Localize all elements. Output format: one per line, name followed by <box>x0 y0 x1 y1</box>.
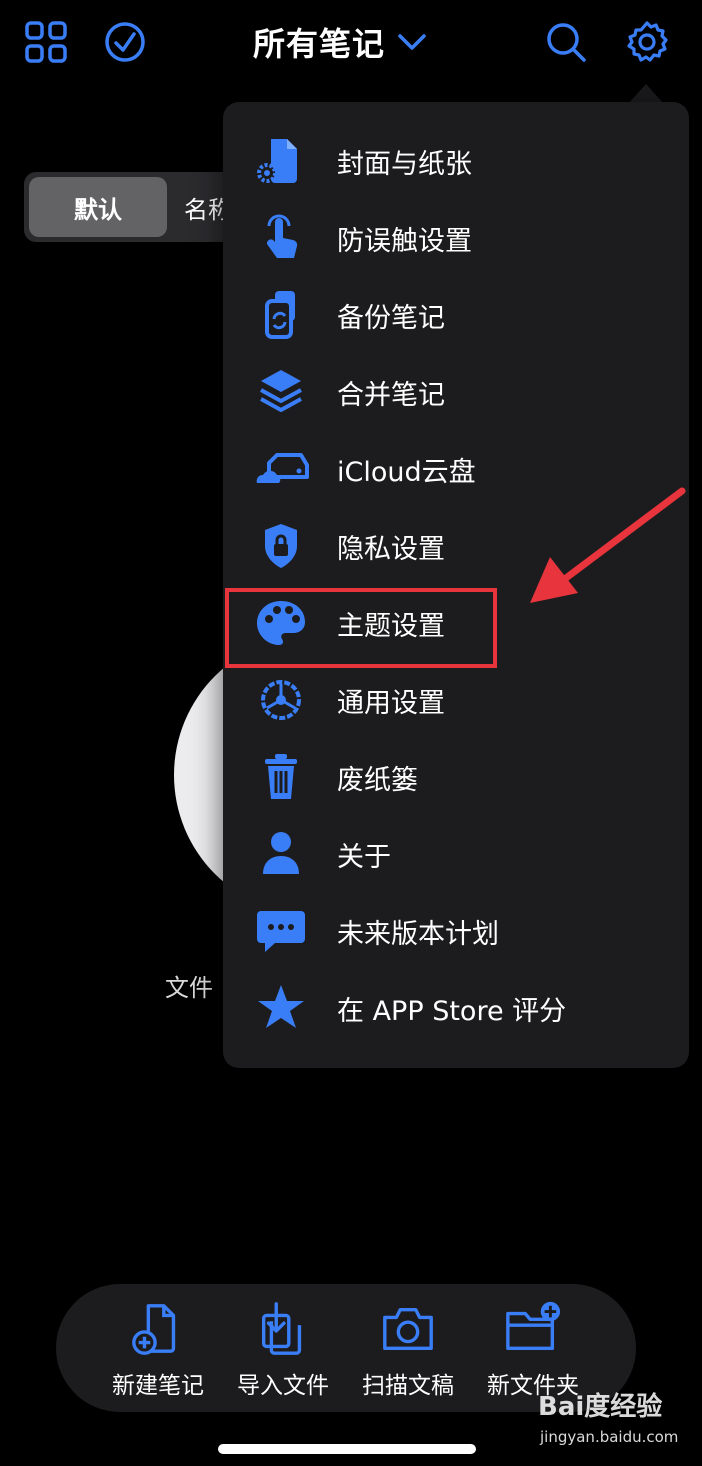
icloud-drive-icon <box>245 439 317 499</box>
empty-state-text: 文件 <box>165 974 213 1002</box>
menu-item-backup[interactable]: 备份笔记 <box>223 280 689 350</box>
grid-icon[interactable] <box>24 20 68 64</box>
highlight-annotation-box <box>225 588 497 668</box>
home-indicator[interactable] <box>218 1444 476 1454</box>
menu-item-label: 合并笔记 <box>337 379 445 411</box>
watermark-brand: Bai度经验 <box>538 1392 663 1422</box>
menu-item-label: 废纸篓 <box>337 764 418 796</box>
tool-label: 扫描文稿 <box>362 1373 454 1399</box>
search-icon[interactable] <box>544 20 588 64</box>
menu-item-general[interactable]: 通用设置 <box>223 665 689 735</box>
menu-caret <box>628 84 664 104</box>
tool-label: 导入文件 <box>237 1373 329 1399</box>
new-note-icon <box>132 1304 176 1355</box>
watermark-url: jingyan.baidu.com <box>540 1428 679 1446</box>
title-dropdown[interactable]: 所有笔记 <box>230 18 450 66</box>
menu-item-label: 备份笔记 <box>337 302 445 334</box>
segment-default[interactable]: 默认 <box>29 177 167 237</box>
chevron-down-icon <box>398 34 426 50</box>
layers-icon <box>245 362 317 422</box>
camera-icon <box>383 1307 433 1351</box>
import-file-button[interactable]: 导入文件 <box>223 1300 343 1400</box>
new-folder-icon <box>506 1301 561 1351</box>
page-gear-icon <box>245 131 317 191</box>
menu-item-label: 隐私设置 <box>337 533 445 565</box>
star-icon <box>245 978 317 1038</box>
new-note-button[interactable]: 新建笔记 <box>98 1300 218 1400</box>
trash-icon <box>245 747 317 807</box>
menu-item-label: 防误触设置 <box>337 225 472 257</box>
menu-item-rate-app[interactable]: 在 APP Store 评分 <box>223 973 689 1043</box>
menu-item-merge[interactable]: 合并笔记 <box>223 357 689 427</box>
menu-item-roadmap[interactable]: 未来版本计划 <box>223 896 689 966</box>
menu-item-label: iCloud云盘 <box>337 456 476 488</box>
menu-item-label: 通用设置 <box>337 687 445 719</box>
scan-document-button[interactable]: 扫描文稿 <box>348 1300 468 1400</box>
hand-tap-icon <box>245 208 317 268</box>
person-icon <box>245 824 317 884</box>
baidu-watermark: Bai度经验 jingyan.baidu.com <box>538 1384 698 1454</box>
menu-item-label: 在 APP Store 评分 <box>337 995 567 1027</box>
chat-bubble-icon <box>245 901 317 961</box>
menu-item-label: 未来版本计划 <box>337 918 499 950</box>
page-title: 所有笔记 <box>252 25 385 63</box>
import-icon <box>261 1302 302 1355</box>
menu-item-cover-paper[interactable]: 封面与纸张 <box>223 126 689 196</box>
menu-item-touch-protection[interactable]: 防误触设置 <box>223 203 689 273</box>
menu-item-about[interactable]: 关于 <box>223 819 689 889</box>
tool-label: 新建笔记 <box>112 1373 204 1399</box>
screen: 所有笔记 默认 名称 文件 封面与纸张 防误触设置 备份笔记 合并笔记 iClo… <box>0 0 702 1466</box>
shield-lock-icon <box>245 516 317 576</box>
check-circle-icon[interactable] <box>103 20 147 64</box>
menu-item-label: 封面与纸张 <box>337 148 472 180</box>
menu-item-trash[interactable]: 废纸篓 <box>223 742 689 812</box>
menu-item-label: 关于 <box>337 841 391 873</box>
steering-gear-icon <box>245 670 317 730</box>
gear-icon[interactable] <box>625 20 669 64</box>
red-arrow-annotation <box>530 487 686 603</box>
backup-icon <box>245 285 317 345</box>
